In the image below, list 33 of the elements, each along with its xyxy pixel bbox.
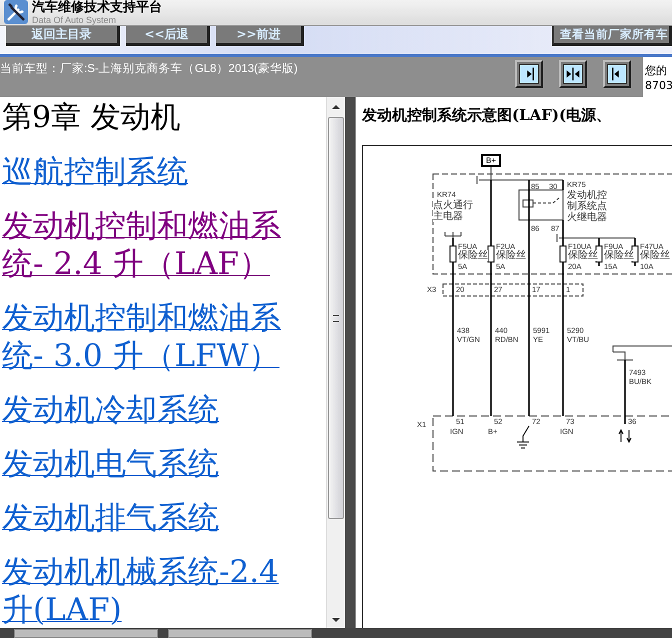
all-vehicles-button[interactable]: 查看当前厂家所有车 bbox=[552, 26, 672, 46]
relay-name: 发动机控制系统点火继电器 bbox=[567, 190, 609, 223]
bottom-tab[interactable] bbox=[168, 629, 312, 638]
nav-button[interactable]: 返回主目录 bbox=[6, 26, 120, 46]
notice-text: 您的 bbox=[645, 63, 668, 78]
bottom-tab[interactable] bbox=[14, 629, 158, 638]
current-vehicle-label: 当前车型：厂家:S-上海别克商务车（GL8）2013(豪华版) bbox=[0, 61, 298, 76]
app-subtitle: Data Of Auto System bbox=[32, 15, 118, 25]
nav-button[interactable]: >>前进 bbox=[216, 26, 304, 46]
view-toggle-button[interactable] bbox=[515, 60, 543, 88]
nav-button[interactable]: <<后退 bbox=[126, 26, 210, 46]
document-title: 发动机控制系统示意图(LAF)(电源、 bbox=[362, 106, 612, 125]
wrench-screwdriver-icon bbox=[4, 0, 28, 24]
notice-text: 8703 bbox=[645, 78, 672, 93]
section-link[interactable]: 发动机排气系统 bbox=[2, 499, 302, 537]
scrollbar[interactable] bbox=[326, 97, 345, 628]
section-link[interactable]: 发动机电气系统 bbox=[2, 445, 302, 483]
fuse-name: 保险丝 bbox=[604, 250, 634, 261]
section-link[interactable]: 巡航控制系统 bbox=[2, 153, 302, 191]
section-link[interactable]: 发动机控制和燃油系统- 3.0 升（LFW） bbox=[2, 299, 302, 375]
relay-name: 点火通行主电器 bbox=[433, 200, 475, 222]
view-toggle-button[interactable] bbox=[603, 60, 631, 88]
app-title: 汽车维修技术支持平台 bbox=[32, 0, 162, 15]
chapter-heading: 第9章 发动机 bbox=[2, 99, 182, 137]
supply-label: B+ bbox=[481, 154, 502, 167]
fuse-name: 保险丝 bbox=[640, 250, 670, 261]
section-link[interactable]: 发动机控制和燃油系统- 2.4 升（LAF） bbox=[2, 207, 302, 283]
section-link[interactable]: 发动机机械系统-2.4升(LAF) bbox=[2, 553, 302, 628]
section-link[interactable]: 发动机冷却系统 bbox=[2, 391, 302, 429]
fuse-name: 保险丝 bbox=[568, 250, 598, 261]
view-toggle-button[interactable] bbox=[559, 60, 587, 88]
fuse-name: 保险丝 bbox=[458, 250, 488, 261]
fuse-name: 保险丝 bbox=[496, 250, 526, 261]
